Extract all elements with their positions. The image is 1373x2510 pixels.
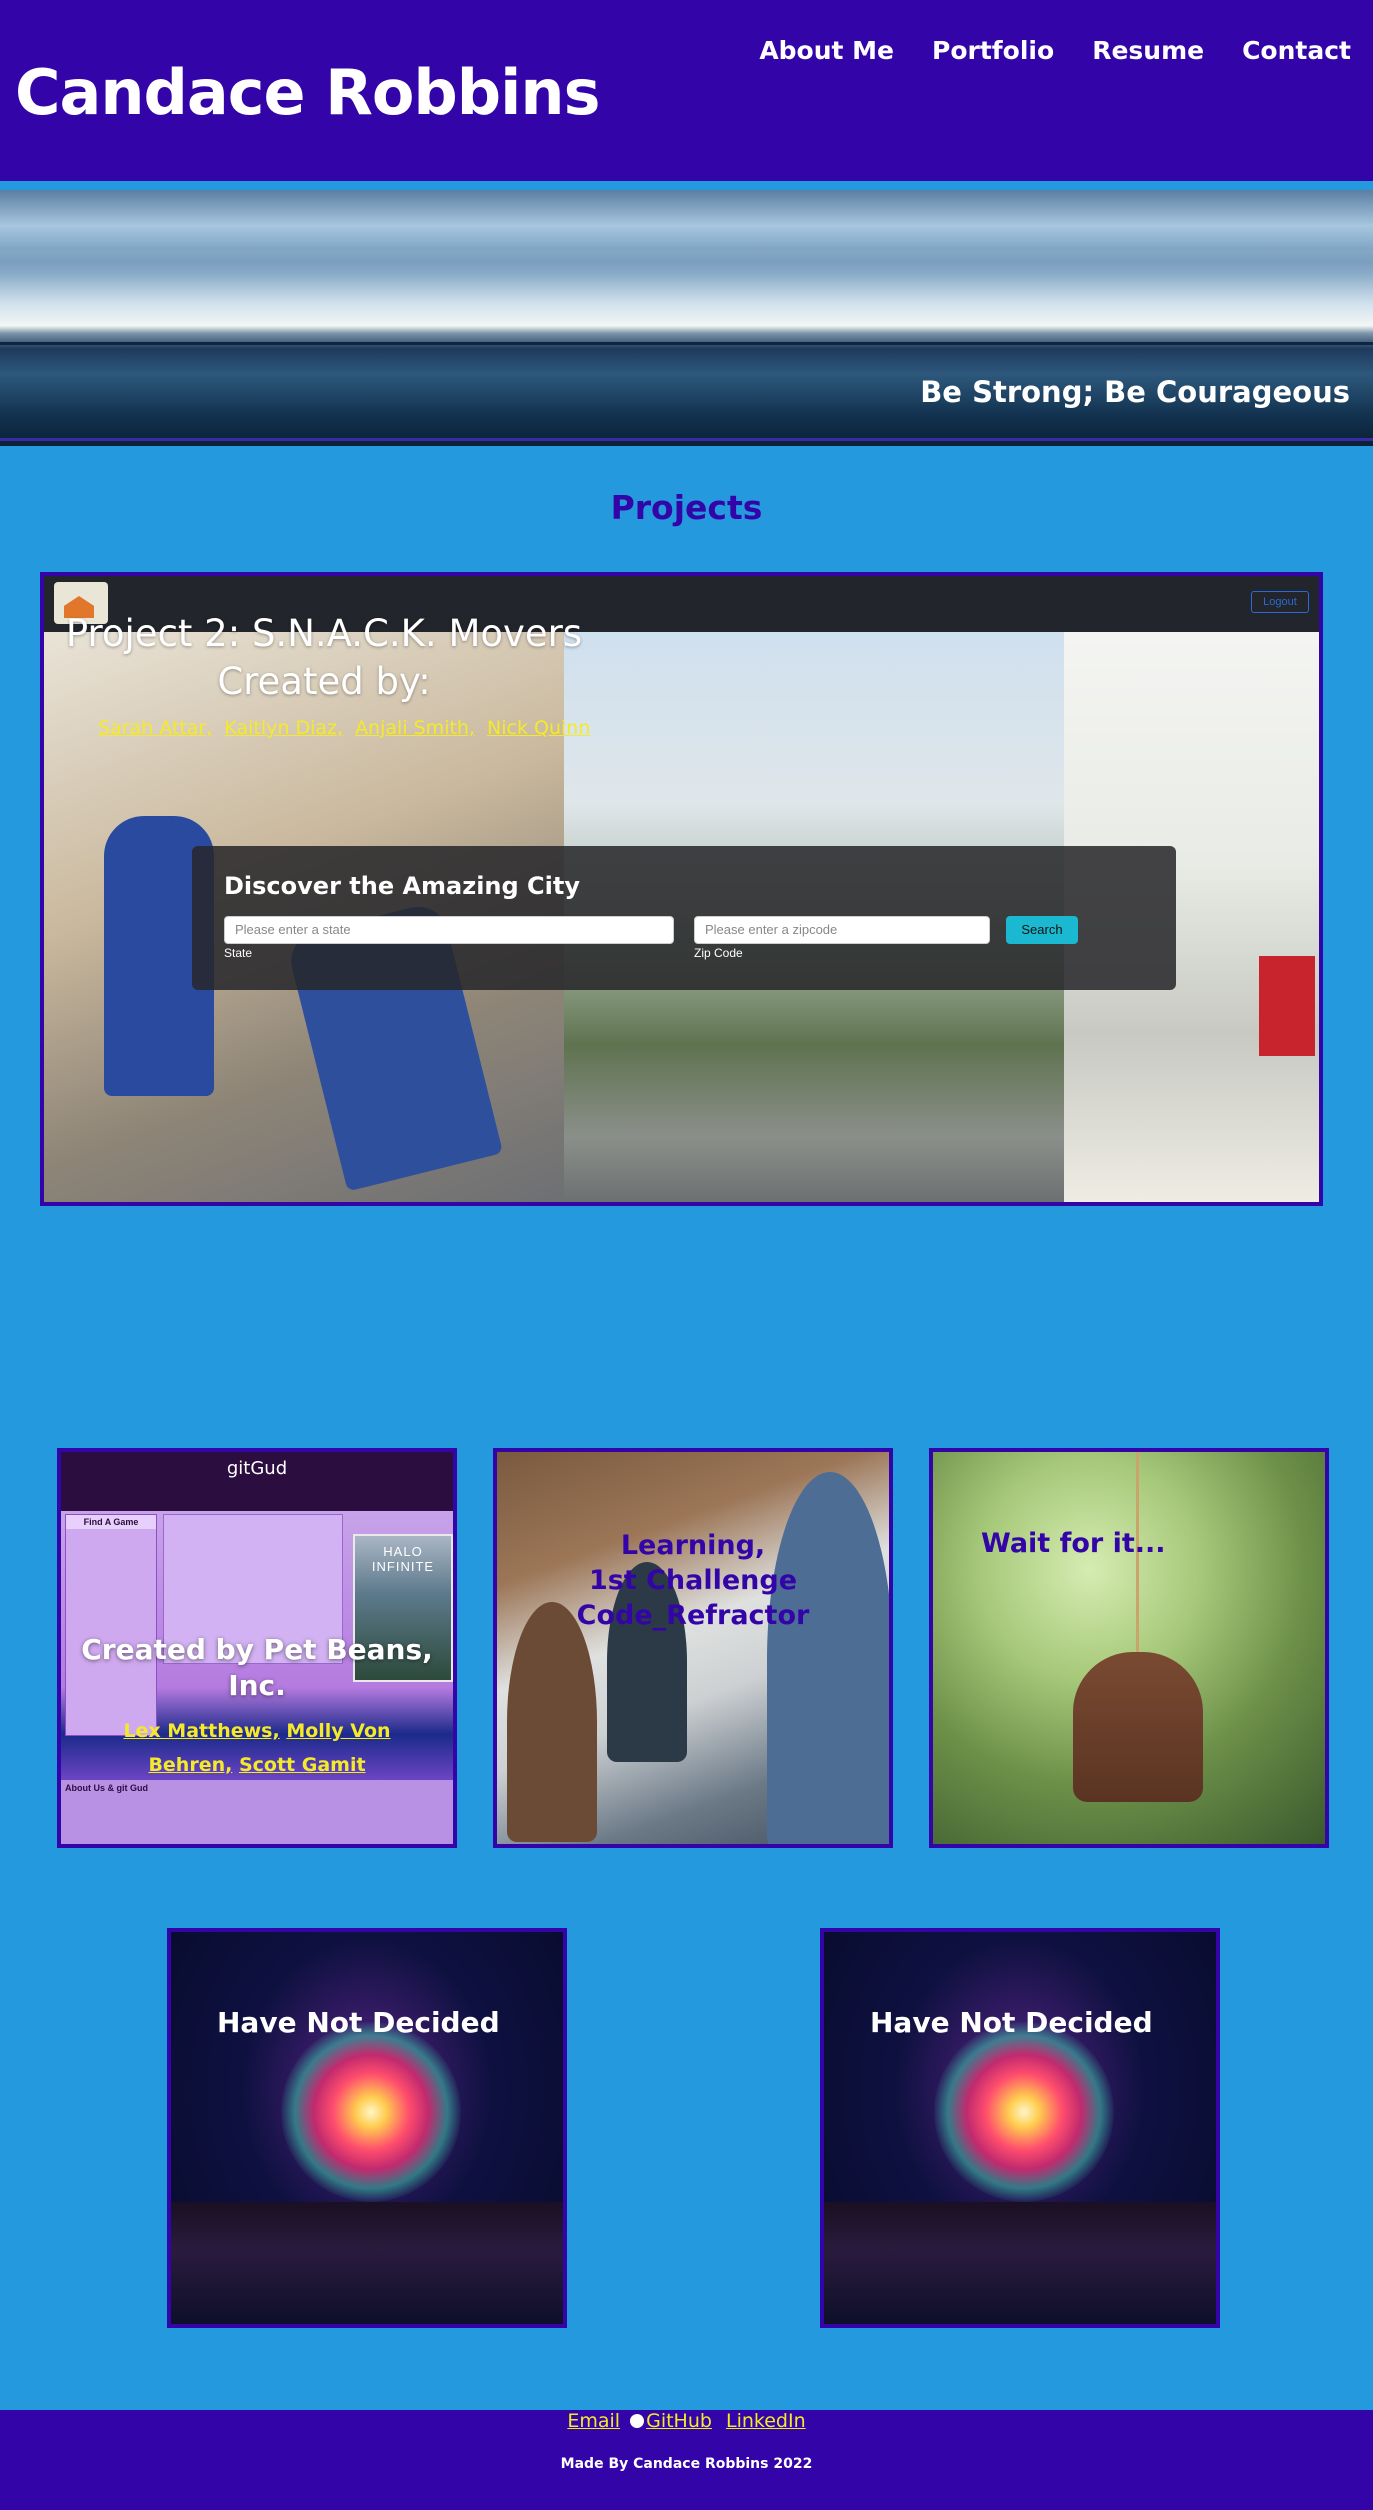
card-authors: Lex Matthews, Molly Von Behren, Scott Ga…: [61, 1714, 453, 1782]
nav-about-me[interactable]: About Me: [759, 36, 894, 65]
logout-button[interactable]: Logout: [1251, 591, 1309, 613]
bell-icon: [1073, 1652, 1203, 1802]
card-title: Wait for it...: [981, 1528, 1166, 1559]
search-panel-title: Discover the Amazing City: [224, 872, 581, 900]
featured-title-line2: Created by:: [217, 660, 431, 703]
gitgud-sidebar-heading: Find A Game: [66, 1515, 156, 1529]
site-header: Candace Robbins About Me Portfolio Resum…: [0, 0, 1373, 181]
person-figure: [507, 1602, 597, 1842]
main-nav: About Me Portfolio Resume Contact: [759, 36, 1351, 65]
author-link[interactable]: Scott Gamit: [239, 1754, 366, 1776]
github-icon: [630, 2414, 645, 2428]
gitgud-about-heading: About Us & git Gud: [65, 1783, 148, 1793]
nav-resume[interactable]: Resume: [1092, 36, 1204, 65]
card-title: Learning, 1st Challenge Code_Refractor: [497, 1528, 889, 1633]
hero-banner: Be Strong; Be Courageous: [0, 190, 1373, 446]
projects-heading: Projects: [610, 488, 763, 527]
card-title: Have Not Decided: [870, 2006, 1153, 2039]
card-title-line3: Code_Refractor: [576, 1600, 810, 1631]
hero-horizon: [0, 342, 1373, 345]
hero-divider: [0, 438, 1373, 441]
author-link[interactable]: Behren,: [148, 1754, 232, 1776]
author-link[interactable]: Sarah Attar,: [98, 717, 212, 739]
linkedin-link[interactable]: LinkedIn: [726, 2410, 806, 2432]
hero-quote: Be Strong; Be Courageous: [920, 375, 1350, 409]
project-card-code-refractor[interactable]: Learning, 1st Challenge Code_Refractor: [493, 1448, 893, 1848]
author-link[interactable]: Nick Quinn: [487, 717, 590, 739]
project-card-undecided[interactable]: Have Not Decided: [820, 1928, 1220, 2328]
gitgud-screenshot-title: gitGud: [226, 1458, 288, 1479]
footer-links: Email GitHub LinkedIn: [0, 2410, 1373, 2432]
nav-portfolio[interactable]: Portfolio: [932, 36, 1054, 65]
state-label: State: [224, 946, 253, 960]
project-card-wait[interactable]: Wait for it...: [929, 1448, 1329, 1848]
github-link[interactable]: GitHub: [646, 2410, 712, 2432]
card-title-line1: Learning,: [620, 1530, 766, 1561]
site-title: Candace Robbins: [15, 56, 600, 129]
zipcode-input[interactable]: Please enter a zipcode: [694, 916, 990, 944]
game-cover-title: HALO INFINITE: [371, 1544, 435, 1574]
featured-authors: Sarah Attar, Kaitlyn Diaz, Anjali Smith,…: [98, 717, 596, 739]
featured-project-title: Project 2: S.N.A.C.K. Movers Created by:: [44, 610, 604, 706]
state-input[interactable]: Please enter a state: [224, 916, 674, 944]
author-link[interactable]: Kaitlyn Diaz,: [224, 717, 343, 739]
gitgud-about-panel: About Us & git Gud: [61, 1780, 453, 1844]
footer-copyright: Made By Candace Robbins 2022: [560, 2456, 813, 2472]
card-title-line2: 1st Challenge: [588, 1565, 798, 1596]
search-button[interactable]: Search: [1006, 916, 1078, 944]
city-search-panel: Discover the Amazing City Please enter a…: [192, 846, 1176, 990]
zipcode-label: Zip Code: [694, 946, 743, 960]
featured-title-line1: Project 2: S.N.A.C.K. Movers: [65, 612, 583, 655]
author-link[interactable]: Molly Von: [286, 1720, 390, 1742]
site-footer: Email GitHub LinkedIn Made By Candace Ro…: [0, 2410, 1373, 2510]
project-card-gitgud[interactable]: gitGud Find A Game HALO INFINITE About U…: [57, 1448, 457, 1848]
author-link[interactable]: Anjali Smith,: [355, 717, 475, 739]
card-title: Have Not Decided: [217, 2006, 500, 2039]
featured-project-card[interactable]: Logout Project 2: S.N.A.C.K. Movers Crea…: [40, 572, 1323, 1206]
red-door: [1259, 956, 1315, 1056]
card-title: Created by Pet Beans, Inc.: [81, 1633, 433, 1702]
hero-cloud-band: [0, 250, 1373, 272]
author-link[interactable]: Lex Matthews,: [123, 1720, 279, 1742]
project-card-undecided[interactable]: Have Not Decided: [167, 1928, 567, 2328]
nav-contact[interactable]: Contact: [1242, 36, 1351, 65]
email-link[interactable]: Email: [567, 2410, 620, 2432]
